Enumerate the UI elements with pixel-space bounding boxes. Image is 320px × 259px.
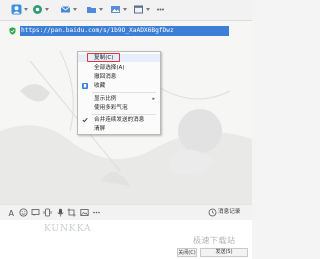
more-icon[interactable]: [92, 208, 101, 217]
menu-item-zoom[interactable]: 显示比例 ▸: [78, 95, 160, 103]
site-watermark: 极速下载站: [193, 236, 236, 245]
highlight-box: [87, 53, 120, 62]
chevron-down-icon[interactable]: [146, 8, 150, 11]
emoji-icon[interactable]: [19, 208, 28, 217]
menu-item-label: 合并连续发送的消息: [94, 117, 145, 123]
menu-separator: [92, 114, 156, 115]
menu-item-label: 显示比例: [94, 96, 117, 102]
smart-icon[interactable]: [31, 208, 40, 217]
menu-item-recall[interactable]: 撤回消息: [78, 73, 160, 81]
chevron-down-icon[interactable]: [24, 8, 28, 11]
chevron-down-icon[interactable]: [73, 8, 77, 11]
message-url[interactable]: https://pan.baidu.com/s/1b9O_XaADX6BgfDw…: [20, 26, 229, 36]
chevron-right-icon: ▸: [152, 96, 155, 102]
menu-separator: [92, 92, 156, 93]
mail-icon[interactable]: [60, 4, 71, 15]
history-button-label[interactable]: 消息记录: [218, 208, 240, 217]
menu-item-label: 收藏: [94, 83, 106, 89]
context-menu: 复制(C) 全部选择(A) 撤回消息 收藏 显示比例 ▸ 使用多彩气泡 合并连续…: [77, 51, 161, 135]
svg-text:A: A: [9, 209, 15, 217]
chevron-down-icon[interactable]: [123, 8, 127, 11]
menu-item-label: 使用多彩气泡: [94, 105, 128, 111]
menu-item-favorite[interactable]: 收藏: [78, 82, 160, 90]
voice-icon[interactable]: [56, 208, 65, 217]
close-button[interactable]: 关闭(C): [177, 248, 197, 257]
vibrate-icon[interactable]: [43, 208, 52, 217]
image-icon[interactable]: [110, 4, 121, 15]
bookmark-icon: [82, 83, 88, 89]
menu-item-colorful-bubble[interactable]: 使用多彩气泡: [78, 104, 160, 112]
screenshot-icon[interactable]: [67, 208, 76, 217]
menu-item-clear-screen[interactable]: 清屏: [78, 125, 160, 133]
send-button[interactable]: 发送(S): [200, 248, 248, 257]
input-toolbar: A 消息记录: [0, 204, 252, 220]
shield-icon: [9, 27, 16, 35]
tools-icon[interactable]: [32, 4, 43, 15]
input-watermark: KUNKKA: [44, 224, 92, 234]
menu-item-select-all[interactable]: 全部选择(A): [78, 64, 160, 72]
menu-item-label: 全部选择(A): [94, 65, 125, 71]
check-icon: [82, 117, 88, 123]
menu-item-merge-messages[interactable]: 合并连续发送的消息: [78, 116, 160, 124]
chevron-down-icon[interactable]: [45, 8, 49, 11]
top-toolbar: [0, 0, 252, 21]
window-icon[interactable]: [133, 4, 144, 15]
more-icon[interactable]: [155, 4, 166, 15]
folder-icon[interactable]: [86, 4, 97, 15]
history-icon[interactable]: [208, 208, 217, 217]
menu-item-label: 清屏: [94, 126, 106, 132]
menu-item-label: 撤回消息: [94, 74, 117, 80]
font-icon[interactable]: A: [8, 208, 17, 217]
user-icon[interactable]: [11, 4, 22, 15]
chevron-down-icon[interactable]: [99, 8, 103, 11]
image-icon[interactable]: [80, 208, 89, 217]
